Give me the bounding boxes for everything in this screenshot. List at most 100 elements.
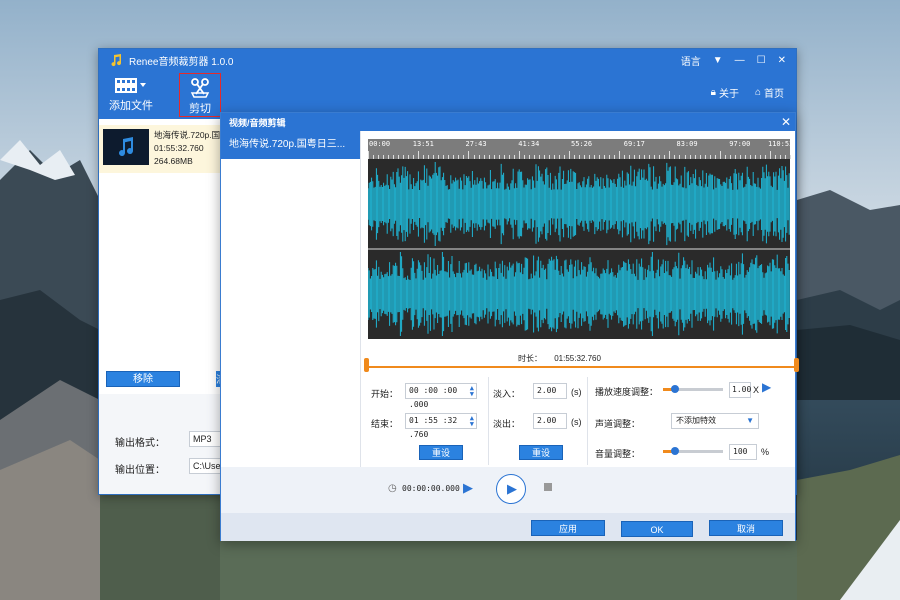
waveform-channel	[367, 252, 790, 336]
home-link[interactable]: ⌂ 首页	[755, 85, 784, 100]
stop-icon[interactable]	[544, 483, 552, 491]
language-menu[interactable]: 语言	[681, 53, 701, 68]
volume-slider-knob[interactable]	[671, 447, 679, 455]
fade-in-input[interactable]: 2.00	[533, 383, 567, 399]
ruler-tick	[468, 151, 469, 159]
audio-waveform	[367, 162, 790, 336]
time-ruler: 00:00 13:51 27:43 41:34 55:26 69:17 83:09 97:00…	[368, 139, 793, 159]
ruler-tick	[669, 151, 670, 159]
start-time-value: 00 :00 :00 .000	[409, 386, 458, 409]
app-title: Renee音频裁剪器 1.0.0	[129, 56, 234, 68]
preview-play-icon[interactable]: ▶	[762, 380, 771, 394]
speed-slider-knob[interactable]	[671, 385, 679, 393]
close-button[interactable]: ✕	[778, 55, 786, 66]
ruler-label: 13:51	[412, 140, 434, 148]
trim-range-bar[interactable]	[366, 366, 796, 368]
ruler-label: 83:09	[676, 140, 698, 148]
lock-icon: 🔒︎	[710, 87, 716, 98]
speed-slider[interactable]	[663, 385, 723, 393]
output-location-row: 输出位置： C:\Users	[115, 458, 229, 476]
ruler-label: 41:34	[518, 140, 540, 148]
waveform-area[interactable]	[367, 159, 790, 339]
ruler-label: 27:43	[465, 140, 487, 148]
dialog-close-button[interactable]: ✕	[777, 115, 795, 129]
file-list: 地海传说.720p.国粤 01:55:32.760 264.68MB	[99, 119, 229, 369]
channel-label: 声道调整：	[595, 419, 641, 429]
remove-button[interactable]: 移除	[106, 371, 180, 387]
ruler-tick	[368, 151, 369, 159]
jump-to-start-icon[interactable]: ▶	[463, 480, 473, 496]
play-button[interactable]: ▶	[496, 474, 526, 504]
list-item[interactable]: 地海传说.720p.国粤 01:55:32.760 264.68MB	[99, 125, 229, 173]
output-panel: 输出格式： MP3 输出位置： C:\Users	[99, 394, 229, 494]
channel-select[interactable]: 不添加特效 ▼	[671, 413, 759, 429]
maximize-button[interactable]: ☐	[757, 55, 766, 66]
speed-input[interactable]: 1.00	[729, 382, 751, 398]
cut-dialog: 视频/音频剪辑 ✕ 地海传说.720p.国粤日三... 00:00 13:51 27…	[220, 112, 799, 541]
reset-fade-button[interactable]: 重设	[519, 445, 563, 460]
duration-display: 时长： 01:55:32.760	[518, 353, 601, 364]
home-icon: ⌂	[754, 87, 761, 98]
channel-value: 不添加特效	[676, 416, 716, 425]
ruler-label: 97:00	[729, 140, 751, 148]
minimize-button[interactable]: —	[735, 55, 745, 66]
ruler-tick	[790, 155, 791, 159]
apply-button[interactable]: 应用	[531, 520, 605, 536]
clock-icon: ◷	[388, 483, 397, 494]
volume-input[interactable]: 100	[729, 444, 757, 460]
ruler-tick	[770, 151, 771, 159]
app-titlebar: Renee音频裁剪器 1.0.0 语言 ▼ — ☐ ✕	[99, 49, 796, 71]
dialog-file-item[interactable]: 地海传说.720p.国粤日三...	[221, 131, 360, 159]
ruler-tick	[418, 151, 419, 159]
file-name: 地海传说.720p.国粤	[154, 130, 229, 140]
fade-out-label: 淡出：	[493, 419, 521, 429]
volume-slider[interactable]	[663, 447, 723, 455]
music-note-icon	[111, 54, 122, 67]
file-thumbnail	[103, 129, 149, 165]
chevron-down-icon: ▼	[746, 416, 754, 425]
file-size: 264.68MB	[154, 156, 193, 166]
film-add-icon	[113, 73, 149, 97]
ruler-tick	[619, 151, 620, 159]
end-label: 结束：	[371, 419, 399, 429]
about-link[interactable]: 🔒︎ 关于	[711, 85, 739, 100]
fade-in-label: 淡入：	[493, 389, 521, 399]
home-label: 首页	[764, 89, 784, 100]
dialog-footer: 应用 OK 取消	[221, 513, 795, 541]
ruler-label: 55:26	[571, 140, 593, 148]
ruler-label: 69:17	[623, 140, 645, 148]
reset-time-button[interactable]: 重设	[419, 445, 463, 460]
title-controls: 语言 ▼ — ☐ ✕	[681, 53, 796, 68]
ok-button[interactable]: OK	[621, 521, 693, 537]
cancel-button[interactable]: 取消	[709, 520, 783, 536]
output-location-label: 输出位置：	[115, 465, 165, 476]
divider	[587, 377, 588, 465]
trim-start-handle[interactable]	[364, 358, 369, 372]
fade-out-input[interactable]: 2.00	[533, 413, 567, 429]
speed-label: 播放速度调整：	[595, 387, 659, 397]
playback-bar: ◷ 00:00:00.000 ▶ ▶	[221, 467, 795, 513]
dialog-title: 视频/音频剪辑	[229, 117, 286, 128]
spin-arrows-icon[interactable]: ▲ ▼	[470, 415, 474, 428]
start-time-input[interactable]: 00 :00 :00 .000 ▲ ▼	[405, 383, 477, 409]
file-duration: 01:55:32.760	[154, 143, 204, 153]
toolbar-right: 🔒︎ 关于 ⌂ 首页	[711, 85, 784, 100]
cut-button[interactable]: 剪切	[179, 73, 221, 117]
ruler-tick	[720, 151, 721, 159]
cut-label: 剪切	[189, 103, 211, 115]
ruler-tick	[519, 151, 520, 159]
end-time-input[interactable]: 01 :55 :32 .760 ▲ ▼	[405, 413, 477, 439]
volume-label: 音量调整：	[595, 449, 641, 459]
trim-end-handle[interactable]	[794, 358, 799, 372]
output-format-row: 输出格式： MP3	[115, 431, 229, 449]
end-time-value: 01 :55 :32 .760	[409, 416, 458, 439]
fade-in-unit: (s)	[571, 387, 582, 397]
dialog-editor: 00:00 13:51 27:43 41:34 55:26 69:17 83:09 97:00…	[361, 131, 799, 467]
waveform-channel	[367, 162, 790, 246]
speed-unit: X	[753, 385, 760, 395]
add-file-button[interactable]: 添加文件	[109, 73, 153, 113]
output-format-label: 输出格式：	[115, 438, 165, 449]
spin-arrows-icon[interactable]: ▲ ▼	[470, 385, 474, 398]
chevron-down-icon[interactable]: ▼	[713, 55, 723, 66]
start-label: 开始：	[371, 389, 399, 399]
